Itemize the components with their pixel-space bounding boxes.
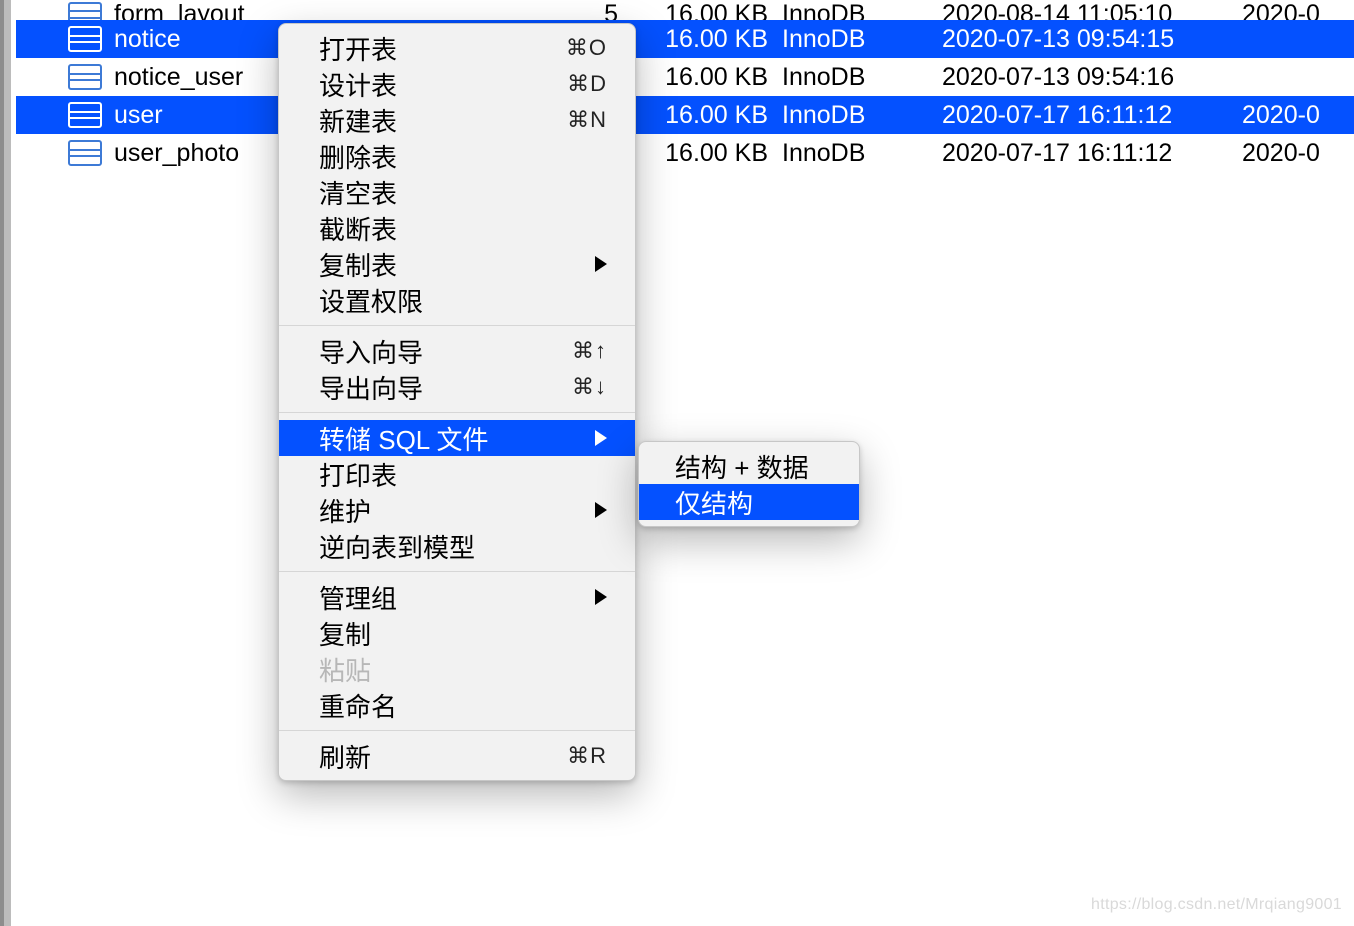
menu-separator — [279, 412, 635, 413]
table-updated: 2020-0 — [1242, 139, 1354, 168]
submenu-arrow-icon — [595, 502, 607, 518]
table-engine: InnoDB — [782, 25, 942, 54]
menu-manage-group[interactable]: 管理组 — [279, 579, 635, 615]
menu-refresh[interactable]: 刷新⌘R — [279, 738, 635, 774]
watermark: https://blog.csdn.net/Mrqiang9001 — [1091, 896, 1342, 914]
table-engine: InnoDB — [782, 101, 942, 130]
menu-separator — [279, 730, 635, 731]
table-size: 16.00 KB — [658, 25, 782, 54]
table-list: form_layout 5 16.00 KB InnoDB 2020-08-14… — [16, 0, 1354, 172]
menu-empty-table[interactable]: 清空表 — [279, 174, 635, 210]
menu-import-wizard[interactable]: 导入向导⌘↑ — [279, 333, 635, 369]
menu-design-table[interactable]: 设计表⌘D — [279, 66, 635, 102]
table-icon — [68, 2, 102, 21]
table-icon — [68, 102, 102, 128]
table-engine: InnoDB — [782, 139, 942, 168]
table-icon — [68, 64, 102, 90]
table-size: 16.00 KB — [658, 63, 782, 92]
submenu-arrow-icon — [595, 256, 607, 272]
table-row[interactable]: form_layout 5 16.00 KB InnoDB 2020-08-14… — [16, 0, 1354, 20]
table-name: notice — [114, 25, 181, 54]
table-updated: 2020-0 — [1242, 0, 1354, 20]
table-size: 16.00 KB — [658, 139, 782, 168]
menu-duplicate-table[interactable]: 复制表 — [279, 246, 635, 282]
menu-open-table[interactable]: 打开表⌘O — [279, 30, 635, 66]
table-rows: 5 — [506, 0, 658, 20]
menu-reverse-to-model[interactable]: 逆向表到模型 — [279, 528, 635, 564]
table-size: 16.00 KB — [658, 0, 782, 20]
table-size: 16.00 KB — [658, 101, 782, 130]
table-created: 2020-07-13 09:54:16 — [942, 63, 1242, 92]
table-engine: InnoDB — [782, 0, 942, 20]
table-created: 2020-08-14 11:05:10 — [942, 0, 1242, 20]
menu-export-wizard[interactable]: 导出向导⌘↓ — [279, 369, 635, 405]
menu-delete-table[interactable]: 删除表 — [279, 138, 635, 174]
table-created: 2020-07-17 16:11:12 — [942, 101, 1242, 130]
table-name: form_layout — [114, 0, 245, 20]
table-icon — [68, 140, 102, 166]
table-row[interactable]: notice_user 16.00 KB InnoDB 2020-07-13 0… — [16, 58, 1354, 96]
dump-sql-submenu: 结构 + 数据 仅结构 — [638, 441, 860, 527]
menu-new-table[interactable]: 新建表⌘N — [279, 102, 635, 138]
submenu-arrow-icon — [595, 430, 607, 446]
menu-paste: 粘贴 — [279, 651, 635, 687]
table-engine: InnoDB — [782, 63, 942, 92]
table-updated: 2020-0 — [1242, 101, 1354, 130]
menu-copy[interactable]: 复制 — [279, 615, 635, 651]
table-row[interactable]: notice 16.00 KB InnoDB 2020-07-13 09:54:… — [16, 20, 1354, 58]
menu-separator — [279, 325, 635, 326]
menu-set-privileges[interactable]: 设置权限 — [279, 282, 635, 318]
menu-dump-sql[interactable]: 转储 SQL 文件 — [279, 420, 635, 456]
table-icon — [68, 26, 102, 52]
menu-rename[interactable]: 重命名 — [279, 687, 635, 723]
context-menu: 打开表⌘O 设计表⌘D 新建表⌘N 删除表 清空表 截断表 复制表 设置权限 导… — [278, 23, 636, 781]
menu-print-table[interactable]: 打印表 — [279, 456, 635, 492]
menu-separator — [279, 571, 635, 572]
menu-maintain[interactable]: 维护 — [279, 492, 635, 528]
submenu-structure-data[interactable]: 结构 + 数据 — [639, 448, 859, 484]
window-left-border — [0, 0, 16, 926]
submenu-arrow-icon — [595, 589, 607, 605]
table-name: user — [114, 101, 163, 130]
table-created: 2020-07-13 09:54:15 — [942, 25, 1242, 54]
table-row[interactable]: user_photo 16.00 KB InnoDB 2020-07-17 16… — [16, 134, 1354, 172]
submenu-structure-only[interactable]: 仅结构 — [639, 484, 859, 520]
menu-truncate-table[interactable]: 截断表 — [279, 210, 635, 246]
table-created: 2020-07-17 16:11:12 — [942, 139, 1242, 168]
table-name: notice_user — [114, 63, 243, 92]
table-row[interactable]: user 16.00 KB InnoDB 2020-07-17 16:11:12… — [16, 96, 1354, 134]
table-name: user_photo — [114, 139, 239, 168]
